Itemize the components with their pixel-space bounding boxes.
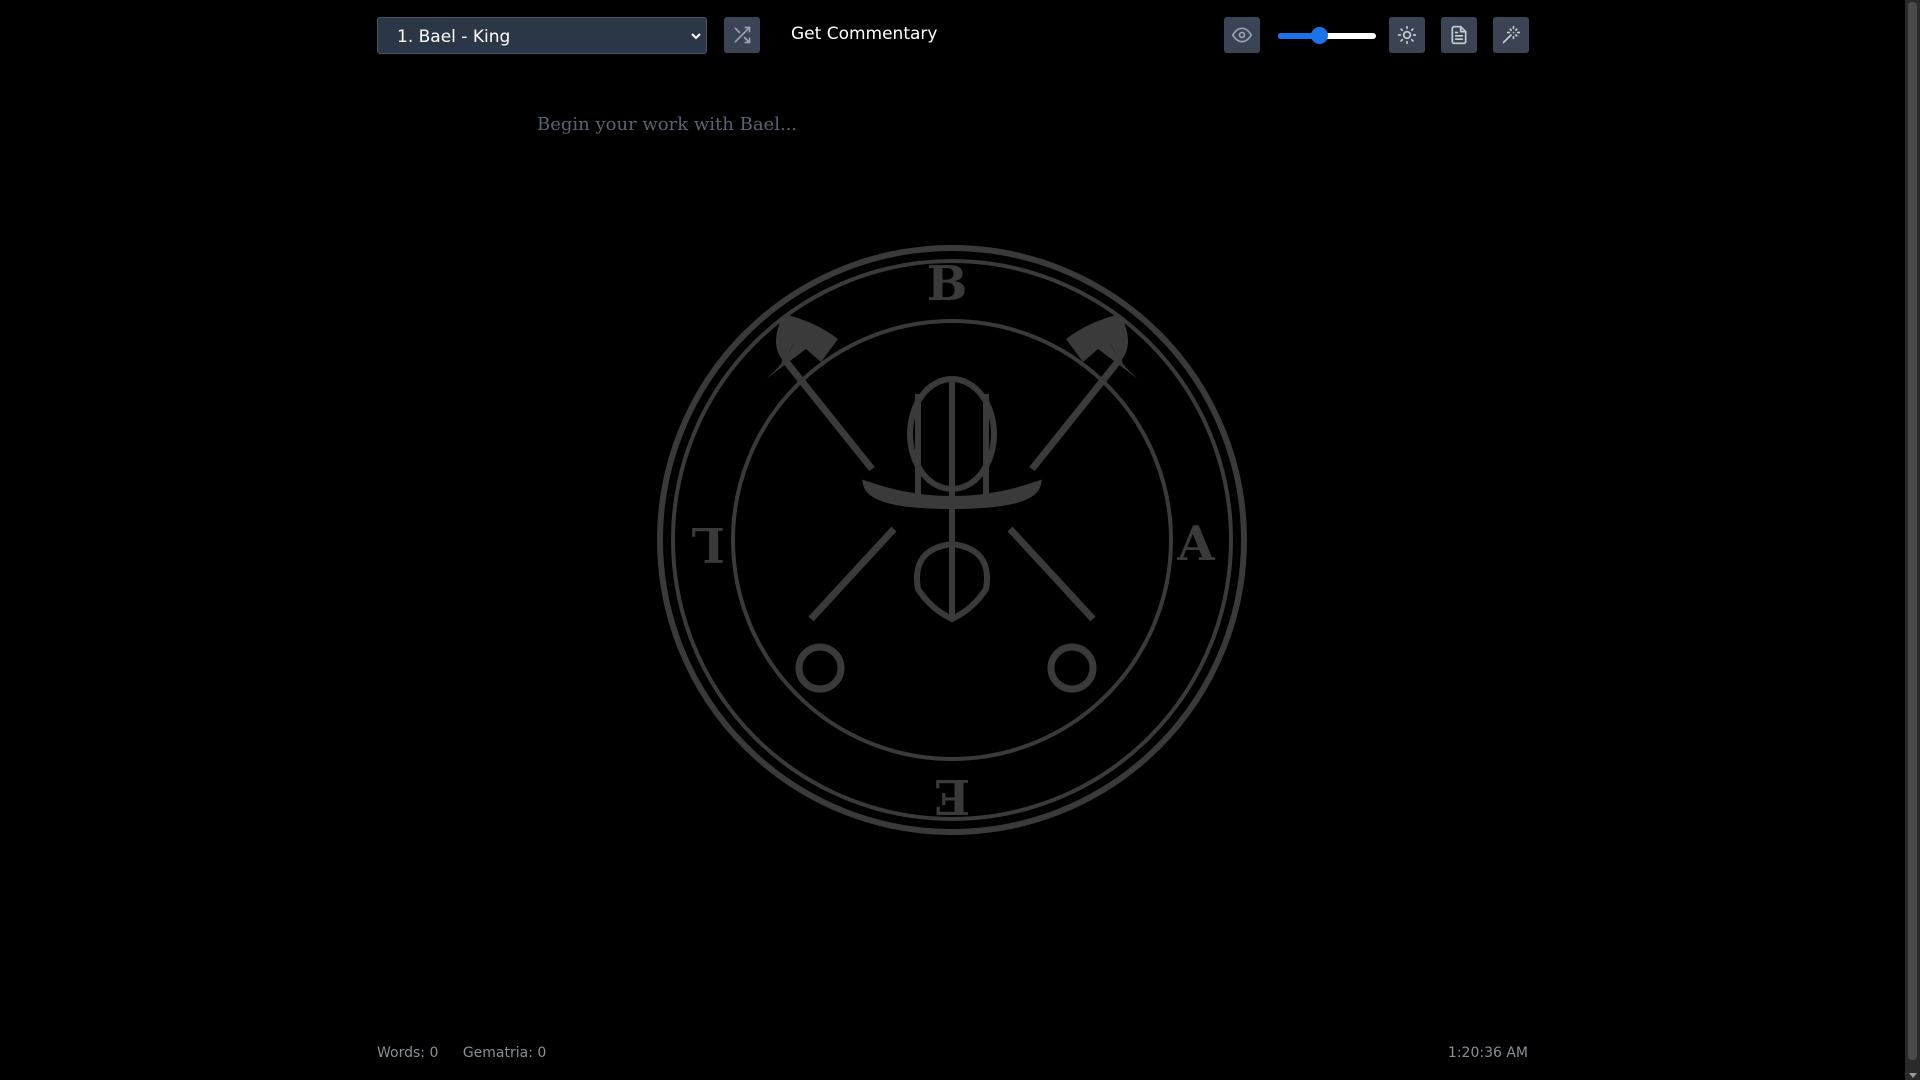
sigil-letter-right: A [1176,516,1215,572]
editor-placeholder[interactable]: Begin your work with Bael... [537,114,797,135]
get-commentary-button[interactable]: Get Commentary [791,24,937,44]
word-count: Words: 0 [377,1045,439,1061]
slider-thumb[interactable] [1311,27,1329,44]
spirit-select[interactable]: 1. Bael - King [377,17,707,54]
status-bar: Words: 0 Gematria: 0 [377,1045,566,1061]
sigil-letter-top: B [927,256,968,312]
sigil-central-glyph [862,376,1042,623]
shuffle-icon [734,26,751,44]
eye-icon [1232,27,1252,43]
shuffle-button[interactable] [724,17,760,53]
sun-icon [1397,25,1417,45]
clock: 1:20:36 AM [1447,1045,1528,1061]
theme-toggle-button[interactable] [1389,17,1425,53]
sigil-letter-left: L [691,516,725,572]
sigil-axe-heads [766,314,1138,379]
bael-sigil: B A E L [657,245,1247,835]
sigil-circle-left [795,643,845,693]
gematria-count: Gematria: 0 [462,1045,547,1061]
document-icon [1451,25,1467,45]
chevron-down-icon [691,33,701,40]
sigil-circle-right [1047,643,1097,693]
opacity-slider[interactable] [1278,25,1376,45]
wand-icon [1502,25,1521,44]
scroll-down-icon[interactable] [1909,1073,1917,1078]
scrollbar-thumb[interactable] [1908,2,1917,1060]
toggle-visibility-button[interactable] [1224,17,1260,53]
sigil-letter-bottom: E [934,768,971,824]
magic-button[interactable] [1493,17,1529,53]
top-toolbar: 1. Bael - King Get Commentary [377,17,1529,54]
spirit-select-value: 1. Bael - King [397,27,511,47]
document-button[interactable] [1441,17,1477,53]
scrollbar[interactable] [1905,0,1920,1080]
